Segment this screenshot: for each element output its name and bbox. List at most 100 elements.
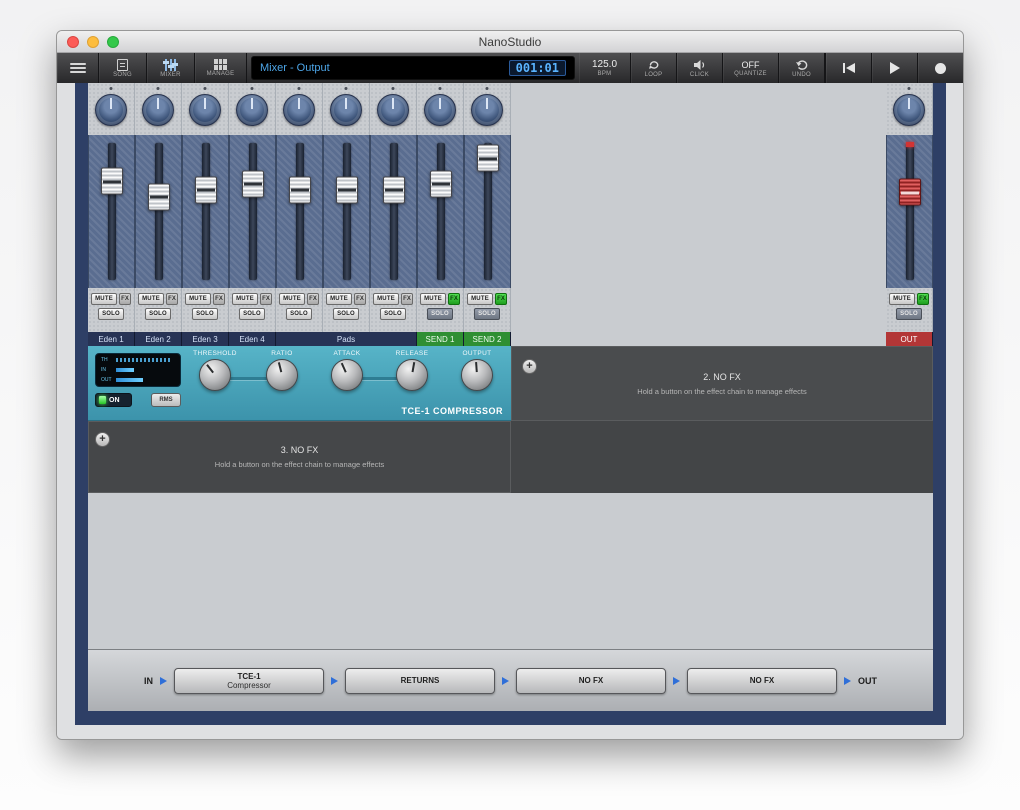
pan-knob[interactable] xyxy=(142,94,174,126)
mute-button[interactable]: MUTE xyxy=(138,293,164,305)
solo-button[interactable]: SOLO xyxy=(239,308,265,320)
fader-cap[interactable] xyxy=(476,144,499,172)
pan-knob[interactable] xyxy=(424,94,456,126)
mixer-button[interactable]: MIXER xyxy=(147,53,195,83)
undo-button[interactable]: UNDO xyxy=(779,53,825,83)
chain-node-nofx-2[interactable]: NO FX xyxy=(687,667,837,694)
attack-knob[interactable] xyxy=(331,359,363,391)
fx-badge[interactable]: FX xyxy=(448,293,460,305)
play-button[interactable] xyxy=(871,53,917,83)
rewind-button[interactable] xyxy=(825,53,871,83)
solo-button[interactable]: SOLO xyxy=(380,308,406,320)
channel-label-eden4[interactable]: Eden 4 xyxy=(229,332,276,346)
pan-knob[interactable] xyxy=(330,94,362,126)
mute-button[interactable]: MUTE xyxy=(889,293,915,305)
compressor-on-button[interactable]: ON xyxy=(95,393,132,407)
channel-label-send1[interactable]: SEND 1 xyxy=(417,332,464,346)
fader-cap[interactable] xyxy=(100,167,123,195)
channel-label-out[interactable]: OUT xyxy=(886,332,933,346)
solo-button[interactable]: SOLO xyxy=(286,308,312,320)
pan-knob[interactable] xyxy=(95,94,127,126)
knob-tick xyxy=(250,87,254,90)
fader-cap[interactable] xyxy=(429,170,452,198)
strip-buttons: MUTE FX SOLO xyxy=(323,288,370,332)
click-button[interactable]: CLICK xyxy=(677,53,723,83)
output-knob[interactable] xyxy=(461,359,493,391)
fader-cap[interactable] xyxy=(288,176,311,204)
on-led xyxy=(99,396,106,404)
fx-badge[interactable]: FX xyxy=(495,293,507,305)
solo-button[interactable]: SOLO xyxy=(192,308,218,320)
pan-knob[interactable] xyxy=(236,94,268,126)
pan-knob[interactable] xyxy=(189,94,221,126)
quantize-button[interactable]: OFF QUANTIZE xyxy=(723,53,779,83)
record-button[interactable] xyxy=(917,53,963,83)
channel-strip-1: MUTE FX SOLO xyxy=(88,83,135,332)
channel-label-eden2[interactable]: Eden 2 xyxy=(135,332,182,346)
menu-button[interactable] xyxy=(57,53,99,83)
fx-badge[interactable]: FX xyxy=(307,293,319,305)
solo-button[interactable]: SOLO xyxy=(896,308,922,320)
app-window: NanoStudio SONG MIXER MANAGE Mixer - Out… xyxy=(56,30,964,740)
solo-button[interactable]: SOLO xyxy=(474,308,500,320)
release-knob[interactable] xyxy=(396,359,428,391)
pan-knob[interactable] xyxy=(377,94,409,126)
minimize-button[interactable] xyxy=(87,36,99,48)
fx-badge[interactable]: FX xyxy=(354,293,366,305)
fader-cap[interactable] xyxy=(382,176,405,204)
bpm-button[interactable]: 125.0 BPM xyxy=(579,53,631,83)
channel-label-send2[interactable]: SEND 2 xyxy=(464,332,511,346)
fx-badge[interactable]: FX xyxy=(917,293,929,305)
threshold-knob[interactable] xyxy=(199,359,231,391)
chain-node-nofx-1[interactable]: NO FX xyxy=(516,667,666,694)
knob-pointer xyxy=(392,98,394,109)
fader-cap[interactable] xyxy=(335,176,358,204)
mute-button[interactable]: MUTE xyxy=(279,293,305,305)
mute-button[interactable]: MUTE xyxy=(467,293,493,305)
zoom-button[interactable] xyxy=(107,36,119,48)
strip-buttons: MUTE FX SOLO xyxy=(417,288,464,332)
add-effect-button[interactable]: + xyxy=(95,432,110,447)
chain-out-label: OUT xyxy=(858,675,877,686)
ratio-knob[interactable] xyxy=(266,359,298,391)
fader-area xyxy=(135,135,182,288)
solo-button[interactable]: SOLO xyxy=(333,308,359,320)
fx-badge[interactable]: FX xyxy=(119,293,131,305)
fx-badge[interactable]: FX xyxy=(213,293,225,305)
solo-button[interactable]: SOLO xyxy=(145,308,171,320)
mute-button[interactable]: MUTE xyxy=(373,293,399,305)
pan-knob[interactable] xyxy=(471,94,503,126)
fx-badge[interactable]: FX xyxy=(166,293,178,305)
close-button[interactable] xyxy=(67,36,79,48)
compressor-rms-button[interactable]: RMS xyxy=(151,393,181,407)
fx-slot-2[interactable]: + 2. NO FX Hold a button on the effect c… xyxy=(511,346,933,421)
mute-button[interactable]: MUTE xyxy=(420,293,446,305)
fader-cap[interactable] xyxy=(898,178,921,206)
fader-cap[interactable] xyxy=(241,170,264,198)
fader-cap[interactable] xyxy=(147,183,170,211)
pan-knob[interactable] xyxy=(893,94,925,126)
strip-buttons: MUTE FX SOLO xyxy=(276,288,323,332)
chain-node-returns[interactable]: RETURNS xyxy=(345,667,495,694)
fx-badge[interactable]: FX xyxy=(260,293,272,305)
mute-button[interactable]: MUTE xyxy=(185,293,211,305)
fader-cap[interactable] xyxy=(194,176,217,204)
titlebar[interactable]: NanoStudio xyxy=(57,31,963,53)
add-effect-button[interactable]: + xyxy=(522,359,537,374)
pan-knob[interactable] xyxy=(283,94,315,126)
channel-label-eden3[interactable]: Eden 3 xyxy=(182,332,229,346)
channel-label-eden1[interactable]: Eden 1 xyxy=(88,332,135,346)
manage-icon xyxy=(214,59,227,70)
mute-button[interactable]: MUTE xyxy=(232,293,258,305)
mute-button[interactable]: MUTE xyxy=(326,293,352,305)
loop-button[interactable]: LOOP xyxy=(631,53,677,83)
fx-badge[interactable]: FX xyxy=(401,293,413,305)
song-button[interactable]: SONG xyxy=(99,53,147,83)
mute-button[interactable]: MUTE xyxy=(91,293,117,305)
channel-label-pads[interactable]: Pads xyxy=(276,332,417,346)
manage-button[interactable]: MANAGE xyxy=(195,53,247,83)
solo-button[interactable]: SOLO xyxy=(98,308,124,320)
chain-node-compressor[interactable]: TCE-1 Compressor xyxy=(174,667,324,694)
fx-slot-3[interactable]: + 3. NO FX Hold a button on the effect c… xyxy=(88,421,511,493)
solo-button[interactable]: SOLO xyxy=(427,308,453,320)
